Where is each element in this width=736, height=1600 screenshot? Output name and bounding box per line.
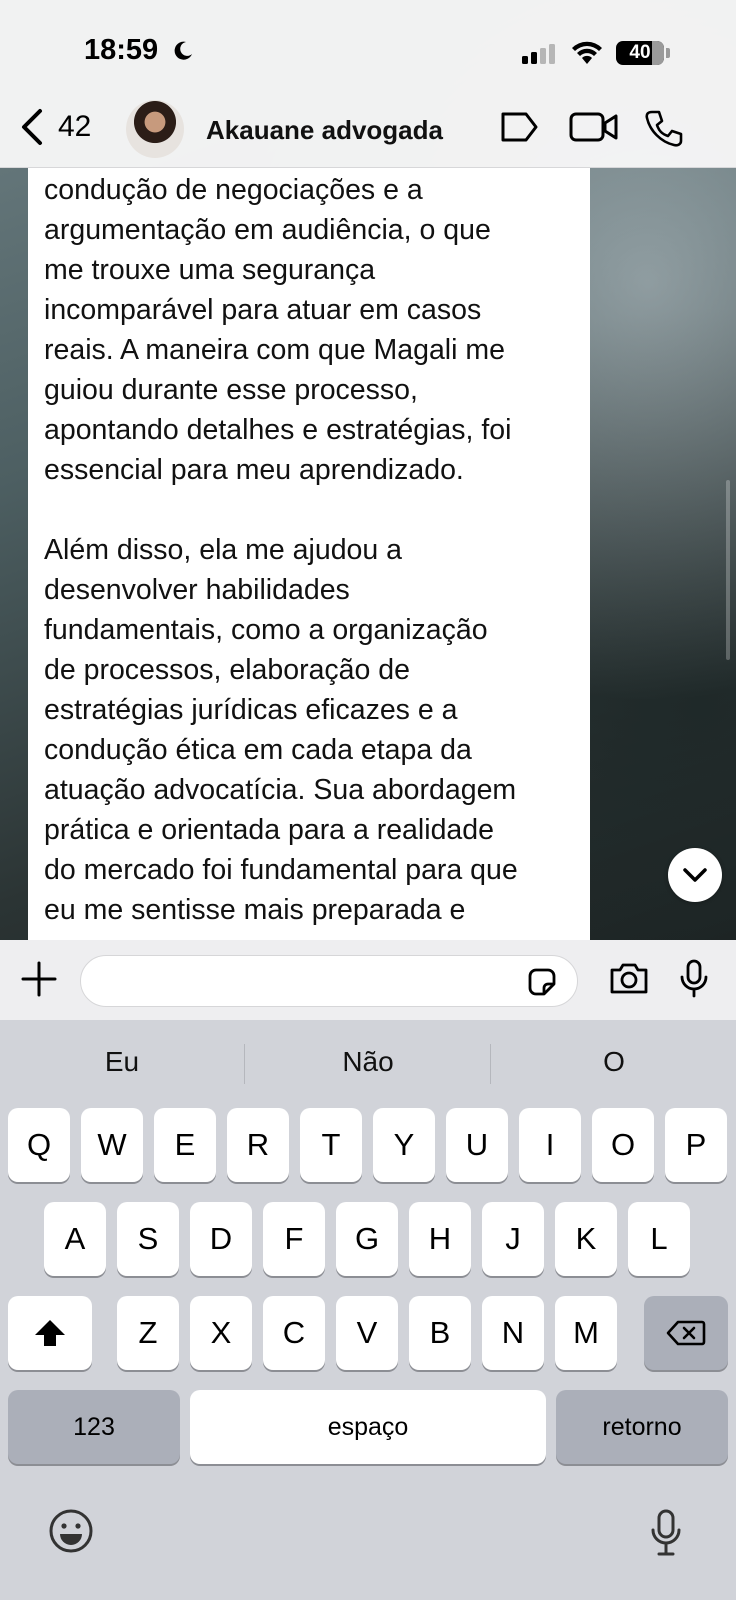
suggestion-divider <box>490 1044 491 1084</box>
message-line: me trouxe uma segurança <box>44 254 376 286</box>
key-b[interactable]: B <box>409 1296 471 1370</box>
key-d[interactable]: D <box>190 1202 252 1276</box>
sticker-icon[interactable] <box>526 966 558 998</box>
chevron-left-icon <box>22 109 42 145</box>
key-h[interactable]: H <box>409 1202 471 1276</box>
key-v[interactable]: V <box>336 1296 398 1370</box>
key-w[interactable]: W <box>81 1108 143 1182</box>
microphone-icon[interactable] <box>678 958 710 1000</box>
key-c[interactable]: C <box>263 1296 325 1370</box>
key-t[interactable]: T <box>300 1108 362 1182</box>
contact-name[interactable]: Akauane advogada <box>206 115 443 146</box>
key-m[interactable]: M <box>555 1296 617 1370</box>
message-line: atuação advocatícia. Sua abordagem <box>44 774 517 806</box>
key-u[interactable]: U <box>446 1108 508 1182</box>
camera-icon[interactable] <box>608 960 650 996</box>
chat-header: 18:59 40 42 Akauane advogada <box>0 0 736 168</box>
space-key[interactable]: espaço <box>190 1390 546 1464</box>
message-line: reais. A maneira com que Magali me <box>44 334 505 366</box>
message-line: desenvolver habilidades <box>44 574 350 606</box>
key-a[interactable]: A <box>44 1202 106 1276</box>
message-line: fundamentais, como a organização <box>44 614 488 646</box>
battery-indicator: 40 <box>616 41 664 65</box>
dictation-microphone-icon[interactable] <box>650 1508 682 1558</box>
key-o[interactable]: O <box>592 1108 654 1182</box>
message-bubble[interactable]: condução de negociações e a argumentação… <box>28 168 590 940</box>
key-l[interactable]: L <box>628 1202 690 1276</box>
battery-cap <box>666 48 670 58</box>
avatar[interactable] <box>126 100 184 158</box>
chevron-down-icon <box>683 868 707 882</box>
return-key[interactable]: retorno <box>556 1390 728 1464</box>
key-p[interactable]: P <box>665 1108 727 1182</box>
message-line: guiou durante esse processo, <box>44 374 418 406</box>
key-j[interactable]: J <box>482 1202 544 1276</box>
wifi-icon <box>572 41 602 64</box>
back-button[interactable]: 42 <box>18 108 91 146</box>
numbers-key[interactable]: 123 <box>8 1390 180 1464</box>
message-line: incomparável para atuar em casos <box>44 294 482 326</box>
key-f[interactable]: F <box>263 1202 325 1276</box>
message-line: de processos, elaboração de <box>44 654 410 686</box>
message-text: condução de negociações e a argumentação… <box>44 170 584 930</box>
scroll-to-bottom-button[interactable] <box>668 848 722 902</box>
key-z[interactable]: Z <box>117 1296 179 1370</box>
message-composer <box>0 940 736 1020</box>
suggestion-divider <box>244 1044 245 1084</box>
message-line: apontando detalhes e estratégias, foi <box>44 414 512 446</box>
backspace-icon <box>666 1320 706 1346</box>
suggestion-bar: Eu Não O <box>0 1020 736 1110</box>
message-line: condução de negociações e a <box>44 174 423 206</box>
key-q[interactable]: Q <box>8 1108 70 1182</box>
message-input[interactable] <box>80 955 578 1007</box>
suggestion-3[interactable]: O <box>492 1046 736 1078</box>
key-s[interactable]: S <box>117 1202 179 1276</box>
suggestion-1[interactable]: Eu <box>0 1046 244 1078</box>
message-line: do mercado foi fundamental para que <box>44 854 518 886</box>
key-g[interactable]: G <box>336 1202 398 1276</box>
focus-moon-icon <box>174 41 192 60</box>
shift-arrow-icon <box>35 1320 65 1346</box>
video-call-icon[interactable] <box>568 108 620 146</box>
key-e[interactable]: E <box>154 1108 216 1182</box>
message-line: condução ética em cada etapa da <box>44 734 472 766</box>
emoji-icon[interactable] <box>48 1508 94 1554</box>
key-x[interactable]: X <box>190 1296 252 1370</box>
key-y[interactable]: Y <box>373 1108 435 1182</box>
message-line: estratégias jurídicas eficazes e a <box>44 694 458 726</box>
label-tag-icon[interactable] <box>498 108 540 146</box>
phone-call-icon[interactable] <box>644 108 684 148</box>
scroll-indicator[interactable] <box>726 480 730 660</box>
key-k[interactable]: K <box>555 1202 617 1276</box>
message-line: Além disso, ela me ajudou a <box>44 534 403 566</box>
backspace-key[interactable] <box>644 1296 728 1370</box>
status-time: 18:59 <box>84 34 159 66</box>
key-n[interactable]: N <box>482 1296 544 1370</box>
message-line: essencial para meu aprendizado. <box>44 454 464 486</box>
key-i[interactable]: I <box>519 1108 581 1182</box>
suggestion-2[interactable]: Não <box>246 1046 490 1078</box>
message-line: argumentação em audiência, o que <box>44 214 491 246</box>
message-line: prática e orientada para a realidade <box>44 814 494 846</box>
key-r[interactable]: R <box>227 1108 289 1182</box>
message-line: eu me sentisse mais preparada e <box>44 894 466 926</box>
cellular-signal-icon <box>522 44 555 64</box>
message-line <box>44 490 584 530</box>
plus-icon[interactable] <box>20 960 58 998</box>
shift-key[interactable] <box>8 1296 92 1370</box>
keyboard: Eu Não O Q W E R T Y U I O P A S D F G H… <box>0 1020 736 1600</box>
unread-count: 42 <box>58 110 92 143</box>
